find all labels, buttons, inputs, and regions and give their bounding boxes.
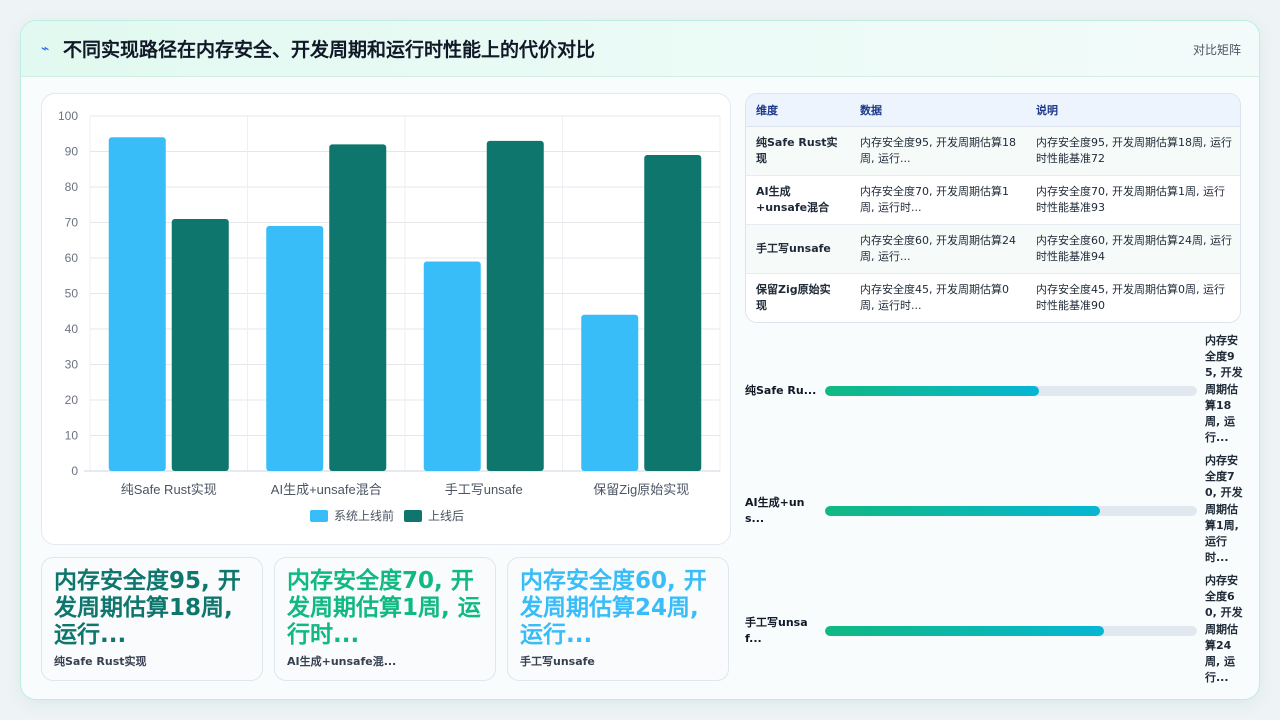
x-tick-label: 手工写unsafe bbox=[445, 482, 523, 497]
bar-before bbox=[581, 314, 639, 471]
bar-before bbox=[423, 261, 481, 471]
kpi-card: 内存安全度70, 开发周期估算1周, 运行时... AI生成+unsafe混..… bbox=[274, 557, 496, 681]
header-bar: ⌁ 不同实现路径在内存安全、开发周期和运行时性能上的代价对比 对比矩阵 bbox=[21, 21, 1259, 77]
y-tick-label: 80 bbox=[65, 180, 79, 194]
table-row: AI生成+unsafe混合 内存安全度70, 开发周期估算1周, 运行时... … bbox=[746, 175, 1240, 225]
y-tick-label: 0 bbox=[71, 464, 78, 478]
table-header-data: 数据 bbox=[850, 94, 1026, 127]
progress-row: AI生成+uns... 内存安全度70, 开发周期估算1周, 运行时... bbox=[745, 453, 1245, 573]
table-cell-note: 内存安全度45, 开发周期估算0周, 运行时性能基准90 bbox=[1036, 282, 1225, 312]
view-tag: 对比矩阵 bbox=[1192, 43, 1241, 57]
bar-after bbox=[486, 140, 544, 471]
progress-row: 纯Safe Ru... 内存安全度95, 开发周期估算18周, 运行... bbox=[745, 333, 1245, 453]
table-row: 纯Safe Rust实现 内存安全度95, 开发周期估算18周, 运行... 内… bbox=[746, 126, 1240, 176]
y-tick-label: 60 bbox=[65, 251, 79, 265]
table-cell-dimension: 纯Safe Rust实现 bbox=[746, 126, 850, 176]
progress-label: 纯Safe Ru... bbox=[745, 384, 817, 397]
y-tick-label: 10 bbox=[65, 429, 79, 443]
kpi-caption: 手工写unsafe bbox=[520, 655, 595, 668]
bar-after bbox=[644, 155, 702, 472]
x-tick-label: 纯Safe Rust实现 bbox=[121, 482, 217, 497]
comparison-table: 维度 数据 说明 纯Safe Rust实现 内存安全度95, 开发周期估算18周… bbox=[745, 93, 1241, 323]
kpi-value: 内存安全度70, 开发周期估算1周, 运行时... bbox=[287, 568, 481, 648]
progress-track bbox=[825, 626, 1197, 636]
kpi-caption: 纯Safe Rust实现 bbox=[54, 655, 147, 668]
table-cell-dimension: AI生成+unsafe混合 bbox=[746, 175, 850, 225]
y-tick-label: 70 bbox=[65, 216, 79, 230]
kpi-value: 内存安全度95, 开发周期估算18周, 运行... bbox=[54, 568, 241, 648]
page-title: 不同实现路径在内存安全、开发周期和运行时性能上的代价对比 bbox=[63, 39, 596, 61]
table-cell-note: 内存安全度70, 开发周期估算1周, 运行时性能基准93 bbox=[1026, 175, 1240, 225]
kpi-card: 内存安全度95, 开发周期估算18周, 运行... 纯Safe Rust实现 bbox=[41, 557, 263, 681]
y-tick-label: 40 bbox=[65, 322, 79, 336]
kpi-card: 内存安全度60, 开发周期估算24周, 运行... 手工写unsafe bbox=[507, 557, 729, 681]
table-header-row: 维度 数据 说明 bbox=[746, 94, 1240, 127]
y-tick-label: 50 bbox=[65, 287, 79, 301]
progress-row: 手工写unsaf... 内存安全度60, 开发周期估算24周, 运行... bbox=[745, 573, 1245, 693]
progress-fill bbox=[825, 626, 1104, 636]
progress-label: AI生成+uns... bbox=[745, 496, 805, 525]
dashboard-card: ⌁ 不同实现路径在内存安全、开发周期和运行时性能上的代价对比 对比矩阵 0 10 2… bbox=[20, 20, 1260, 700]
progress-value: 内存安全度70, 开发周期估算1周, 运行时... bbox=[1205, 454, 1243, 565]
bar-before bbox=[266, 226, 324, 471]
kpi-caption: AI生成+unsafe混... bbox=[287, 655, 397, 668]
progress-track bbox=[825, 386, 1197, 396]
legend-swatch bbox=[310, 510, 328, 522]
progress-value: 内存安全度60, 开发周期估算24周, 运行... bbox=[1205, 574, 1243, 685]
progress-list: 纯Safe Ru... 内存安全度95, 开发周期估算18周, 运行... AI… bbox=[745, 333, 1245, 699]
table-cell-note: 内存安全度60, 开发周期估算24周, 运行时性能基准94 bbox=[1026, 224, 1240, 274]
progress-fill bbox=[825, 386, 1039, 396]
progress-label: 手工写unsaf... bbox=[745, 616, 808, 645]
table-cell-data: 内存安全度45, 开发周期估算0周, 运行时... bbox=[860, 282, 1009, 312]
y-tick-label: 20 bbox=[65, 393, 79, 407]
y-tick-label: 90 bbox=[65, 145, 79, 159]
progress-value: 内存安全度95, 开发周期估算18周, 运行... bbox=[1205, 334, 1243, 445]
table-cell-data: 内存安全度70, 开发周期估算1周, 运行时... bbox=[850, 175, 1026, 225]
y-tick-label: 30 bbox=[65, 358, 79, 372]
table-cell-dimension: 保留Zig原始实现 bbox=[756, 282, 831, 312]
legend-swatch bbox=[404, 510, 422, 522]
table-row: 保留Zig原始实现 内存安全度45, 开发周期估算0周, 运行时... 内存安全… bbox=[746, 273, 1240, 322]
table-cell-data: 内存安全度95, 开发周期估算18周, 运行... bbox=[850, 126, 1026, 176]
table-row: 手工写unsafe 内存安全度60, 开发周期估算24周, 运行... 内存安全… bbox=[746, 224, 1240, 274]
table-cell-dimension: 手工写unsafe bbox=[746, 224, 850, 274]
bar-after bbox=[171, 218, 229, 471]
legend-label: 系统上线前 bbox=[334, 508, 394, 523]
kpi-value: 内存安全度60, 开发周期估算24周, 运行... bbox=[520, 568, 707, 648]
x-tick-label: 保留Zig原始实现 bbox=[593, 482, 689, 497]
progress-fill bbox=[825, 506, 1101, 516]
bolt-icon: ⌁ bbox=[41, 41, 50, 57]
y-tick-label: 100 bbox=[58, 109, 78, 123]
legend-label: 上线后 bbox=[428, 509, 464, 523]
x-tick-label: AI生成+unsafe混合 bbox=[271, 482, 382, 497]
table-header-note: 说明 bbox=[1026, 94, 1240, 127]
bar-before bbox=[108, 137, 166, 472]
bar-after bbox=[329, 144, 387, 471]
table-cell-note: 内存安全度95, 开发周期估算18周, 运行时性能基准72 bbox=[1026, 126, 1240, 176]
progress-track bbox=[825, 506, 1197, 516]
bar-chart: 0 10 20 30 40 50 60 70 80 90 100 纯Safe Rust实现 AI生成+u… bbox=[58, 109, 721, 523]
bar-chart-panel: 0 10 20 30 40 50 60 70 80 90 100 纯Safe Rust实现 AI生成+u… bbox=[41, 93, 731, 545]
table-cell-data: 内存安全度60, 开发周期估算24周, 运行... bbox=[850, 224, 1026, 274]
table-header-dimension: 维度 bbox=[746, 94, 850, 127]
